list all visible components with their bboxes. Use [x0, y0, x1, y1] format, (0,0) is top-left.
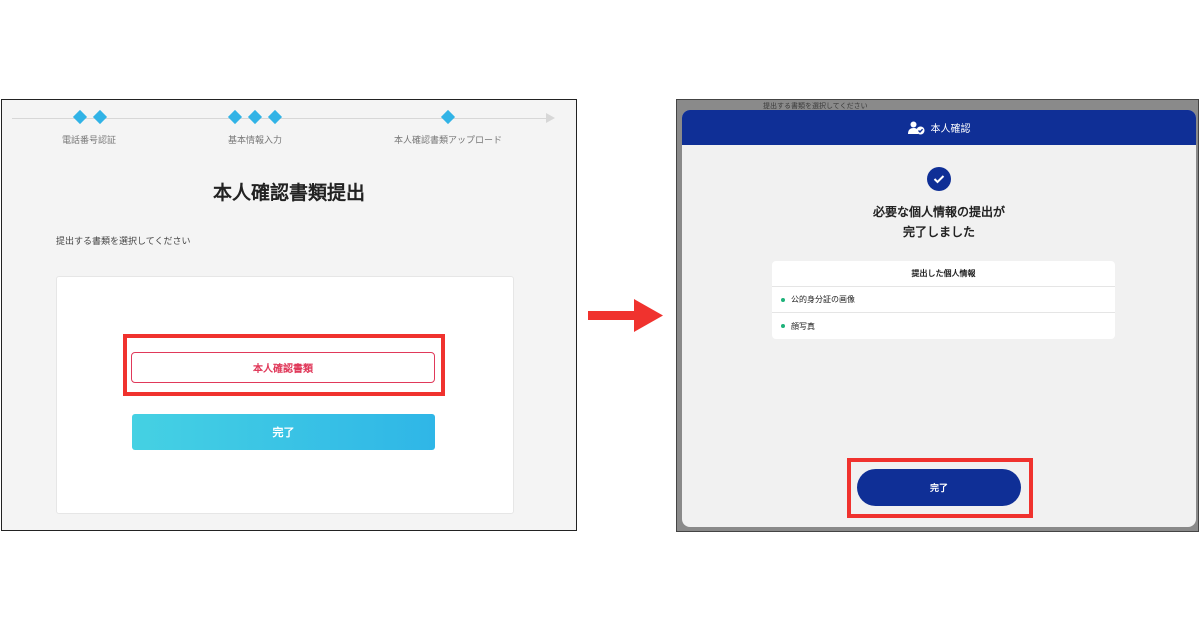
- step-diamond-icon: [72, 109, 88, 125]
- success-message: 必要な個人情報の提出が 完了しました: [682, 202, 1196, 242]
- step-2-label: 基本情報入力: [228, 136, 283, 146]
- step-1-diamonds: [72, 109, 108, 125]
- list-item-label: 公的身分証の画像: [791, 295, 855, 304]
- step-diamond-icon: [267, 109, 283, 125]
- step-3-label: 本人確認書類アップロード: [394, 136, 503, 146]
- page-title: 本人確認書類提出: [212, 182, 365, 204]
- step-2-diamonds: [227, 109, 283, 125]
- right-screenshot: 提出する書類を選択してください 本人確認 必要な個人情報の提出が 完了しました …: [676, 99, 1199, 532]
- modal-header: 本人確認: [682, 110, 1196, 145]
- list-item: 顔写真: [772, 313, 1115, 339]
- modal-title: 本人確認: [930, 124, 971, 135]
- step-diamond-icon: [247, 109, 263, 125]
- left-screenshot: 電話番号認証 基本情報入力 本人確認書類アップロード 本人確認書類提出 提出する…: [1, 99, 577, 531]
- step-1-label: 電話番号認証: [62, 136, 117, 146]
- done-button[interactable]: 完了: [132, 414, 435, 450]
- step-diamond-icon: [92, 109, 108, 125]
- step-diamond-icon: [440, 109, 456, 125]
- user-check-icon: [907, 121, 924, 134]
- right-arrow-icon: [588, 299, 663, 332]
- checkmark-icon: [933, 175, 945, 184]
- submitted-info-table: 提出した個人情報 公的身分証の画像 顔写真: [772, 261, 1115, 339]
- list-item: 公的身分証の画像: [772, 287, 1115, 313]
- check-circle-icon: [927, 167, 951, 191]
- identity-confirm-modal: 本人確認 必要な個人情報の提出が 完了しました 提出した個人情報 公的身分証の画…: [682, 110, 1196, 527]
- success-message-line1: 必要な個人情報の提出が: [872, 205, 1005, 219]
- done-button[interactable]: 完了: [857, 469, 1021, 506]
- stepper-arrow-icon: [546, 113, 555, 123]
- list-item-label: 顔写真: [791, 321, 815, 331]
- id-document-button[interactable]: 本人確認書類: [131, 352, 435, 383]
- success-message-line2: 完了しました: [902, 225, 975, 239]
- bullet-icon: [781, 324, 785, 328]
- instruction-text: 提出する書類を選択してください: [56, 237, 191, 247]
- step-diamond-icon: [227, 109, 243, 125]
- step-3-diamonds: [440, 109, 456, 125]
- submitted-info-title: 提出した個人情報: [772, 261, 1115, 287]
- bullet-icon: [781, 297, 785, 302]
